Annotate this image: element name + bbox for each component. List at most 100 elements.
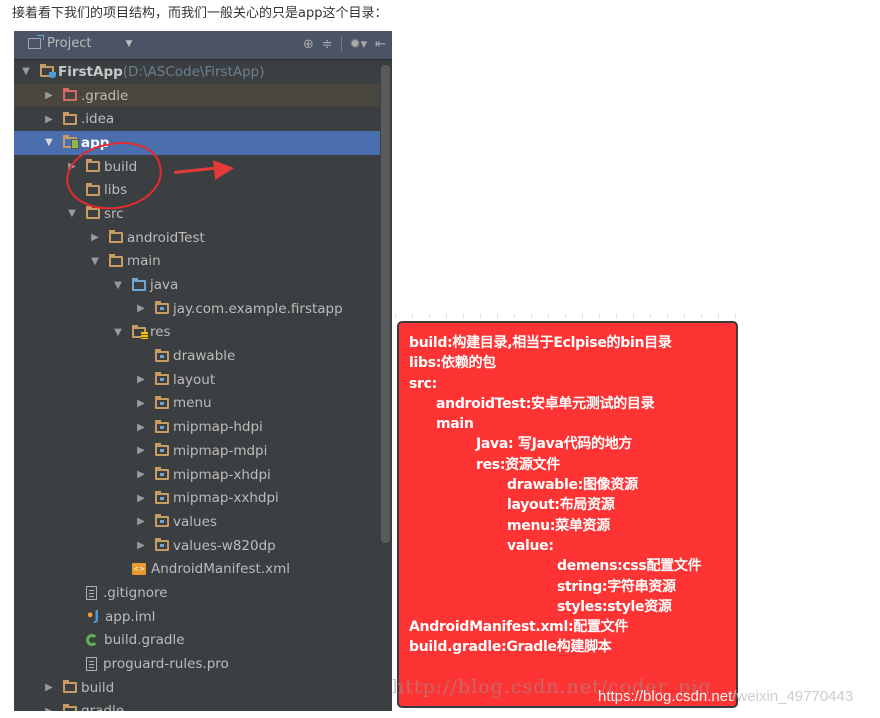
source-folder-icon [132, 277, 146, 291]
expand-arrow-icon[interactable]: ▼ [112, 280, 124, 291]
tree-item-drawable[interactable]: drawable [14, 344, 380, 368]
collapse-arrow-icon[interactable]: ▶ [43, 114, 55, 125]
package-icon [155, 395, 169, 409]
tree-item-mipmap-xxhdpi[interactable]: ▶ mipmap-xxhdpi [14, 486, 380, 510]
expand-arrow-icon[interactable]: ▼ [112, 327, 124, 338]
tree-item-label: build [81, 679, 115, 696]
expand-arrow-icon[interactable]: ▼ [66, 208, 78, 219]
note-line: src: [409, 375, 437, 392]
package-icon [155, 538, 169, 552]
note-line: libs:依赖的包 [409, 355, 496, 372]
tree-item-label: mipmap-mdpi [173, 442, 268, 459]
tree-item-label: jay.com.example.firstapp [173, 300, 343, 317]
hide-panel-icon[interactable]: ⇤ [375, 37, 386, 52]
locate-icon[interactable]: ⊕ [303, 37, 314, 52]
note-line: drawable:图像资源 [507, 477, 638, 494]
gear-icon[interactable]: ✹▾ [350, 37, 367, 52]
folder-icon [63, 703, 77, 711]
collapse-arrow-icon[interactable]: ▶ [89, 232, 101, 243]
text-file-icon [86, 585, 97, 600]
note-line: res:资源文件 [476, 456, 560, 473]
tree-item-values-w820dp[interactable]: ▶ values-w820dp [14, 534, 380, 558]
folder-icon [63, 680, 77, 694]
annotation-arrow-head [213, 158, 235, 180]
collapse-arrow-icon[interactable]: ▶ [135, 374, 147, 385]
project-view-selector[interactable]: Project ▼ [28, 35, 132, 51]
tree-item-label: mipmap-hdpi [173, 419, 263, 436]
tree-item-app[interactable]: ▼ app [14, 131, 380, 155]
tree-item-res[interactable]: ▼ res [14, 321, 380, 345]
collapse-arrow-icon[interactable]: ▶ [135, 540, 147, 551]
collapse-arrow-icon[interactable]: ▶ [135, 303, 147, 314]
note-line: build:构建目录,相当于Eclpise的bin目录 [409, 335, 672, 351]
tree-item-label: main [127, 253, 161, 270]
package-icon [155, 467, 169, 481]
collapse-arrow-icon[interactable]: ▶ [135, 469, 147, 480]
tree-item-label: drawable [173, 348, 236, 365]
tree-item-label: androidTest [127, 229, 205, 246]
collapse-arrow-icon[interactable]: ▶ [43, 90, 55, 101]
tree-item-build-gradle[interactable]: build.gradle [14, 629, 380, 653]
tree-item-idea[interactable]: ▶ .idea [14, 107, 380, 131]
collapse-arrow-icon[interactable]: ▶ [135, 398, 147, 409]
expand-arrow-icon[interactable]: ▼ [43, 137, 55, 148]
collapse-arrow-icon[interactable]: ▶ [135, 516, 147, 527]
tree-item-firstapp[interactable]: ▼ FirstApp (D:\ASCode\FirstApp) [14, 60, 380, 84]
tree-item-androidtest[interactable]: ▶ androidTest [14, 226, 380, 250]
tree-item-androidmanifest-xml[interactable]: <> AndroidManifest.xml [14, 557, 380, 581]
collapse-arrow-icon[interactable]: ▶ [43, 682, 55, 693]
tree-item-label: proguard-rules.pro [103, 656, 229, 673]
tree-item-java[interactable]: ▼ java [14, 273, 380, 297]
expand-arrow-icon[interactable]: ▼ [89, 256, 101, 267]
tree-item-label: app.iml [105, 608, 156, 625]
note-line: value: [507, 537, 554, 554]
tree-item-label: values [173, 513, 217, 530]
tree-item-label: FirstApp [58, 63, 123, 80]
package-icon [155, 443, 169, 457]
tree-item-label: java [150, 277, 179, 294]
tree-item-jay-com-example-firstapp[interactable]: ▶ jay.com.example.firstapp [14, 297, 380, 321]
folder-icon [109, 230, 123, 244]
tree-item-mipmap-hdpi[interactable]: ▶ mipmap-hdpi [14, 415, 380, 439]
project-path: (D:\ASCode\FirstApp) [122, 63, 265, 80]
tree-item-label: mipmap-xxhdpi [173, 490, 279, 507]
tree-item-gitignore[interactable]: .gitignore [14, 581, 380, 605]
watermark-new: https://blog.csdn.net/weixin_49770443 [598, 688, 853, 705]
collapse-arrow-icon[interactable]: ▶ [135, 422, 147, 433]
tree-item-gradle[interactable]: ▶ .gradle [14, 83, 380, 108]
folder-icon [63, 111, 77, 125]
note-line: demens:css配置文件 [557, 558, 702, 575]
package-icon [155, 490, 169, 504]
tree-scrollbar[interactable] [381, 65, 390, 543]
expand-arrow-icon[interactable]: ▼ [20, 66, 32, 77]
tree-item-mipmap-xhdpi[interactable]: ▶ mipmap-xhdpi [14, 463, 380, 487]
tree-item-layout[interactable]: ▶ layout [14, 368, 380, 392]
module-folder-icon [63, 135, 79, 150]
background-ticks [395, 314, 750, 319]
collapse-arrow-icon[interactable]: ▶ [135, 445, 147, 456]
note-line: androidTest:安卓单元测试的目录 [436, 395, 655, 412]
chevron-down-icon[interactable]: ▼ [125, 39, 132, 49]
tree-item-app-iml[interactable]: •J app.iml [14, 605, 380, 629]
project-tree: ▼ FirstApp (D:\ASCode\FirstApp) ▶ .gradle ▶.… [14, 60, 380, 711]
panel-title: Project [47, 36, 92, 51]
intro-text: 接着看下我们的项目结构，而我们一般关心的只是app这个目录： [12, 6, 388, 21]
tree-item-build[interactable]: ▶ build [14, 676, 380, 700]
package-icon [155, 419, 169, 433]
collapse-all-icon[interactable]: ≑ [322, 37, 333, 52]
explanation-note: build:构建目录,相当于Eclpise的bin目录 libs:依赖的包 src:… [397, 321, 738, 708]
tree-item-label: layout [173, 371, 216, 388]
watermark-user: /weixin_49770443 [732, 688, 854, 705]
tree-item-gradle[interactable]: ▶ gradle [14, 700, 380, 711]
tree-item-main[interactable]: ▼ main [14, 250, 380, 274]
tree-item-proguard-rules-pro[interactable]: proguard-rules.pro [14, 652, 380, 676]
tree-item-values[interactable]: ▶ values [14, 510, 380, 534]
collapse-arrow-icon[interactable]: ▶ [135, 493, 147, 504]
tree-item-mipmap-mdpi[interactable]: ▶ mipmap-mdpi [14, 439, 380, 463]
text-file-icon [86, 657, 97, 672]
note-line: AndroidManifest.xml:配置文件 [409, 619, 629, 636]
collapse-arrow-icon[interactable]: ▶ [43, 706, 55, 711]
tree-item-label: gradle [81, 703, 124, 711]
tree-item-src[interactable]: ▼ src [14, 202, 380, 226]
tree-item-menu[interactable]: ▶ menu [14, 392, 380, 416]
